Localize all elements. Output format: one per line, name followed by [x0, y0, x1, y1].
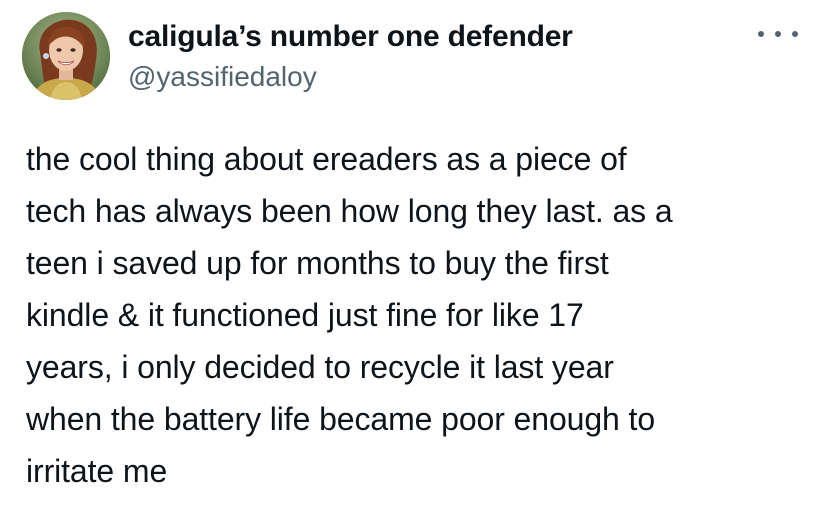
tweet-text-line: the cool thing about ereaders as a piece… — [26, 141, 627, 177]
tweet-text: the cool thing about ereaders as a piece… — [26, 133, 816, 497]
more-options-button[interactable] — [758, 24, 798, 44]
more-horizontal-icon — [775, 31, 781, 37]
author-names: caligula’s number one defender @yassifie… — [128, 17, 573, 95]
tweet-header: caligula’s number one defender @yassifie… — [22, 12, 573, 100]
tweet-text-line: teen i saved up for months to buy the fi… — [26, 245, 609, 281]
more-horizontal-icon — [758, 31, 764, 37]
display-name[interactable]: caligula’s number one defender — [128, 17, 573, 57]
tweet-card: caligula’s number one defender @yassifie… — [0, 0, 822, 510]
tweet-text-line: when the battery life became poor enough… — [26, 401, 656, 437]
user-handle[interactable]: @yassifiedaloy — [128, 59, 573, 95]
tweet-text-line: years, i only decided to recycle it last… — [26, 349, 614, 385]
more-horizontal-icon — [792, 31, 798, 37]
avatar-image — [22, 12, 110, 100]
tweet-text-line: tech has always been how long they last.… — [26, 193, 673, 229]
tweet-text-line: irritate me — [26, 453, 168, 489]
avatar[interactable] — [22, 12, 110, 100]
tweet-text-line: kindle & it functioned just fine for lik… — [26, 297, 584, 333]
